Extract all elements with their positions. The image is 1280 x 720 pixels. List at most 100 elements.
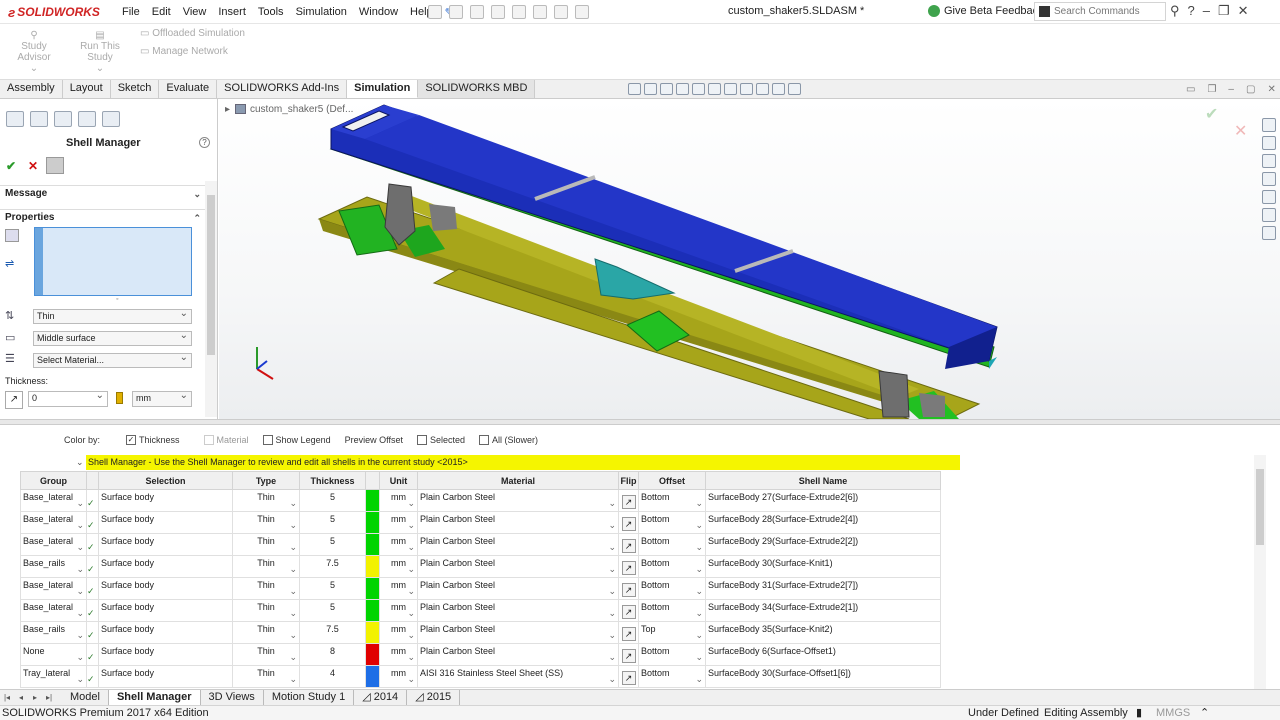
tab-addins[interactable]: SOLIDWORKS Add-Ins <box>217 80 348 98</box>
tab-layout[interactable]: Layout <box>63 80 111 98</box>
group-cell[interactable]: Base_lateral <box>20 599 87 622</box>
menu-edit[interactable]: Edit <box>146 6 177 18</box>
doc-restore-icon[interactable]: ❐ <box>1207 84 1216 95</box>
apply-scene-icon[interactable] <box>772 83 785 95</box>
flip-cell[interactable]: ↗ <box>618 665 639 688</box>
material-cell[interactable]: Plain Carbon Steel <box>417 621 619 644</box>
material-cell[interactable]: AISI 316 Stainless Steel Sheet (SS) <box>417 665 619 688</box>
properties-section-header[interactable]: Properties ⌃ <box>0 209 205 225</box>
cancel-x-icon[interactable]: ✕ <box>28 159 38 173</box>
thickness-unit-select[interactable]: mm <box>132 389 192 407</box>
customize-icon[interactable]: ⌃ <box>1200 706 1209 720</box>
search-commands-input[interactable]: Search Commands <box>1034 2 1166 21</box>
unit-cell[interactable]: mm <box>379 555 418 578</box>
minimize-icon[interactable]: – <box>1203 3 1210 19</box>
unit-cell[interactable]: mm <box>379 511 418 534</box>
offset-cell[interactable]: Bottom <box>638 511 706 534</box>
file-explorer-icon[interactable] <box>1262 154 1276 168</box>
display-manager-icon[interactable] <box>102 111 120 127</box>
resize-handle-icon[interactable]: ◦ <box>116 296 118 303</box>
zoom-to-fit-icon[interactable] <box>628 83 641 95</box>
thickness-cell[interactable]: 7.5 <box>299 555 366 578</box>
sheet-tab-shell-manager[interactable]: Shell Manager <box>108 690 201 705</box>
offset-select[interactable]: Middle surface <box>33 329 192 346</box>
flip-cell[interactable]: ↗ <box>618 511 639 534</box>
tab-mbd[interactable]: SOLIDWORKS MBD <box>418 80 536 98</box>
table-row[interactable]: Base_lateral✓Surface bodyThin5 mmPlain Ca… <box>20 577 941 600</box>
table-row[interactable]: Base_lateral✓Surface bodyThin5 mmPlain Ca… <box>20 489 941 512</box>
menu-insert[interactable]: Insert <box>212 6 252 18</box>
selection-cell[interactable]: Surface body <box>98 577 233 600</box>
message-section-header[interactable]: Message ⌄ <box>0 185 205 201</box>
rebuild-icon[interactable] <box>554 5 569 19</box>
selection-cell[interactable]: Surface body <box>98 621 233 644</box>
property-manager-icon[interactable] <box>30 111 48 127</box>
last-sheet-icon[interactable]: ▸| <box>42 690 56 705</box>
unit-cell[interactable]: mm <box>379 643 418 666</box>
thickness-cell[interactable]: 5 <box>299 489 366 512</box>
exit-x-icon[interactable]: ✕ <box>1234 121 1247 141</box>
shaker-model-view[interactable] <box>219 99 1280 419</box>
type-cell[interactable]: Thin <box>232 511 300 534</box>
help-icon[interactable]: ? <box>1188 3 1195 19</box>
offset-cell[interactable]: Bottom <box>638 665 706 688</box>
unit-cell[interactable]: mm <box>379 599 418 622</box>
flip-arrow-icon[interactable]: ↗ <box>621 495 636 509</box>
group-cell[interactable]: None <box>20 643 87 666</box>
selection-check-icon[interactable]: ✓ <box>86 577 99 600</box>
sheet-tab-2015[interactable]: ◿ 2015 <box>407 690 461 705</box>
group-cell[interactable]: Base_lateral <box>20 489 87 512</box>
feature-manager-icon[interactable] <box>6 111 24 127</box>
menu-window[interactable]: Window <box>353 6 404 18</box>
dynamic-annotation-icon[interactable] <box>692 83 705 95</box>
col-thickness[interactable]: Thickness <box>299 471 366 490</box>
material-cell[interactable]: Plain Carbon Steel <box>417 511 619 534</box>
thickness-arrow-icon[interactable]: ↗ <box>5 391 23 409</box>
col-shell-name[interactable]: Shell Name <box>705 471 941 490</box>
group-cell[interactable]: Base_lateral <box>20 533 87 556</box>
first-sheet-icon[interactable]: |◂ <box>0 690 14 705</box>
solidworks-logo[interactable]: ƨ SOLIDWORKS <box>8 4 100 20</box>
group-cell[interactable]: Base_rails <box>20 621 87 644</box>
color-by-thickness-checkbox[interactable]: ✓ Thickness <box>126 435 180 445</box>
flip-cell[interactable]: ↗ <box>618 489 639 512</box>
sheet-tab-3d-views[interactable]: 3D Views <box>201 690 264 705</box>
type-cell[interactable]: Thin <box>232 489 300 512</box>
material-select[interactable]: Select Material... <box>33 351 192 368</box>
view-palette-icon[interactable] <box>1262 172 1276 186</box>
zoom-area-icon[interactable] <box>644 83 657 95</box>
unit-cell[interactable]: mm <box>379 489 418 512</box>
selection-cell[interactable]: Surface body <box>98 511 233 534</box>
tab-simulation[interactable]: Simulation <box>347 80 419 98</box>
flip-arrow-icon[interactable]: ↗ <box>621 649 636 663</box>
table-row[interactable]: Base_rails✓Surface bodyThin7.5 mmPlain Ca… <box>20 555 941 578</box>
col-group[interactable]: Group <box>20 471 87 490</box>
ok-check-icon[interactable]: ✔ <box>6 159 16 173</box>
selection-check-icon[interactable]: ✓ <box>86 511 99 534</box>
material-cell[interactable]: Plain Carbon Steel <box>417 489 619 512</box>
selection-check-icon[interactable]: ✓ <box>86 555 99 578</box>
unit-cell[interactable]: mm <box>379 577 418 600</box>
thickness-cell[interactable]: 7.5 <box>299 621 366 644</box>
selection-check-icon[interactable]: ✓ <box>86 665 99 688</box>
hide-show-icon[interactable] <box>740 83 753 95</box>
collapse-chevron-icon[interactable]: ⌄ <box>76 457 84 468</box>
doc-maximize-icon[interactable]: ▢ <box>1246 84 1255 95</box>
unit-cell[interactable]: mm <box>379 621 418 644</box>
type-cell[interactable]: Thin <box>232 665 300 688</box>
offset-cell[interactable]: Bottom <box>638 599 706 622</box>
forum-icon[interactable] <box>1262 226 1276 240</box>
offset-cell[interactable]: Top <box>638 621 706 644</box>
type-cell[interactable]: Thin <box>232 577 300 600</box>
material-cell[interactable]: Plain Carbon Steel <box>417 599 619 622</box>
appearances-icon[interactable] <box>1262 190 1276 204</box>
confirm-check-icon[interactable]: ✔ <box>1205 104 1218 124</box>
select-icon[interactable] <box>533 5 548 19</box>
restore-icon[interactable]: ❐ <box>1218 3 1230 19</box>
material-cell[interactable]: Plain Carbon Steel <box>417 555 619 578</box>
support-bracket-2[interactable] <box>429 204 457 231</box>
material-cell[interactable]: Plain Carbon Steel <box>417 643 619 666</box>
col-offset[interactable]: Offset <box>638 471 706 490</box>
selection-cell[interactable]: Surface body <box>98 533 233 556</box>
flip-cell[interactable]: ↗ <box>618 643 639 666</box>
